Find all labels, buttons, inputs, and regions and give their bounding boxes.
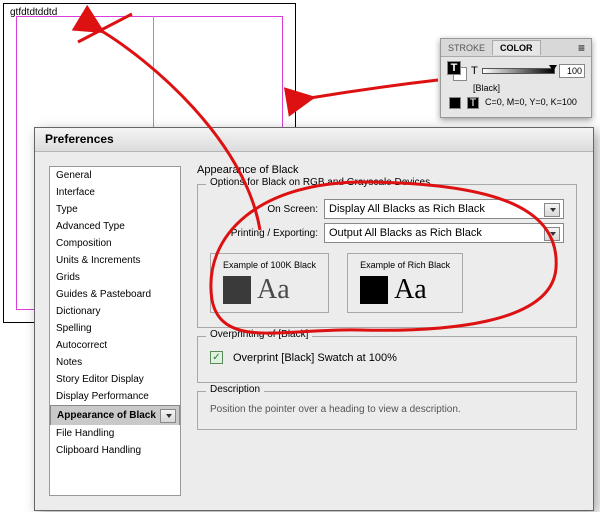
options-legend: Options for Black on RGB and Grayscale D… — [206, 177, 434, 188]
color-panel[interactable]: STROKE COLOR ≡ T T 100 [Black] T C=0, M=… — [440, 38, 592, 118]
prefs-category-clipboard-handling[interactable]: Clipboard Handling — [50, 442, 180, 459]
overprint-label: Overprint [Black] Swatch at 100% — [233, 352, 397, 364]
tint-slider[interactable] — [482, 68, 555, 74]
prefs-category-guides-pasteboard[interactable]: Guides & Pasteboard — [50, 286, 180, 303]
printing-select[interactable]: Output All Blacks as Rich Black — [324, 223, 564, 243]
prefs-category-advanced-type[interactable]: Advanced Type — [50, 218, 180, 235]
prefs-category-file-handling[interactable]: File Handling — [50, 425, 180, 442]
overprint-legend: Overprinting of [Black] — [206, 329, 312, 340]
prefs-category-grids[interactable]: Grids — [50, 269, 180, 286]
example-100k: Example of 100K Black Aa — [210, 253, 329, 313]
description-group: Description Position the pointer over a … — [197, 391, 577, 430]
prefs-category-dictionary[interactable]: Dictionary — [50, 303, 180, 320]
prefs-category-appearance-of-black[interactable]: Appearance of Black — [50, 405, 180, 425]
prefs-category-autocorrect[interactable]: Autocorrect — [50, 337, 180, 354]
tab-stroke[interactable]: STROKE — [441, 41, 492, 55]
on-screen-label: On Screen: — [210, 204, 318, 215]
apply-text-icon[interactable]: T — [467, 97, 479, 109]
prefs-category-notes[interactable]: Notes — [50, 354, 180, 371]
overprinting-group: Overprinting of [Black] Overprint [Black… — [197, 336, 577, 383]
text-frame-content[interactable]: gtfdtdtddtd — [10, 7, 57, 18]
description-legend: Description — [206, 384, 264, 395]
on-screen-select[interactable]: Display All Blacks as Rich Black — [324, 199, 564, 219]
swatch-100k — [223, 276, 251, 304]
tint-label: T — [471, 65, 478, 77]
tint-value[interactable]: 100 — [559, 64, 585, 78]
prefs-category-display-performance[interactable]: Display Performance — [50, 388, 180, 405]
prefs-category-units-increments[interactable]: Units & Increments — [50, 252, 180, 269]
tab-color[interactable]: COLOR — [492, 40, 541, 55]
description-text: Position the pointer over a heading to v… — [210, 404, 564, 415]
panel-menu-icon[interactable]: ≡ — [572, 41, 591, 55]
example-rich: Example of Rich Black Aa — [347, 253, 463, 313]
swatch-name: [Black] — [473, 83, 585, 93]
prefs-category-story-editor-display[interactable]: Story Editor Display — [50, 371, 180, 388]
prefs-category-general[interactable]: General — [50, 167, 180, 184]
swatch-rich — [360, 276, 388, 304]
options-black-group: Options for Black on RGB and Grayscale D… — [197, 184, 577, 328]
prefs-category-composition[interactable]: Composition — [50, 235, 180, 252]
prefs-category-type[interactable]: Type — [50, 201, 180, 218]
panel-tabs: STROKE COLOR ≡ — [441, 39, 591, 57]
overprint-checkbox[interactable] — [210, 351, 223, 364]
fill-stroke-proxy[interactable]: T — [447, 61, 467, 81]
printing-label: Printing / Exporting: — [210, 228, 318, 239]
preferences-dialog: Preferences GeneralInterfaceTypeAdvanced… — [34, 127, 594, 511]
dialog-title: Preferences — [35, 128, 593, 152]
apply-fill-icon[interactable] — [449, 97, 461, 109]
cmyk-values: C=0, M=0, Y=0, K=100 — [485, 97, 577, 109]
section-heading: Appearance of Black — [197, 164, 577, 176]
preferences-category-list[interactable]: GeneralInterfaceTypeAdvanced TypeComposi… — [49, 166, 181, 496]
prefs-category-spelling[interactable]: Spelling — [50, 320, 180, 337]
prefs-category-interface[interactable]: Interface — [50, 184, 180, 201]
